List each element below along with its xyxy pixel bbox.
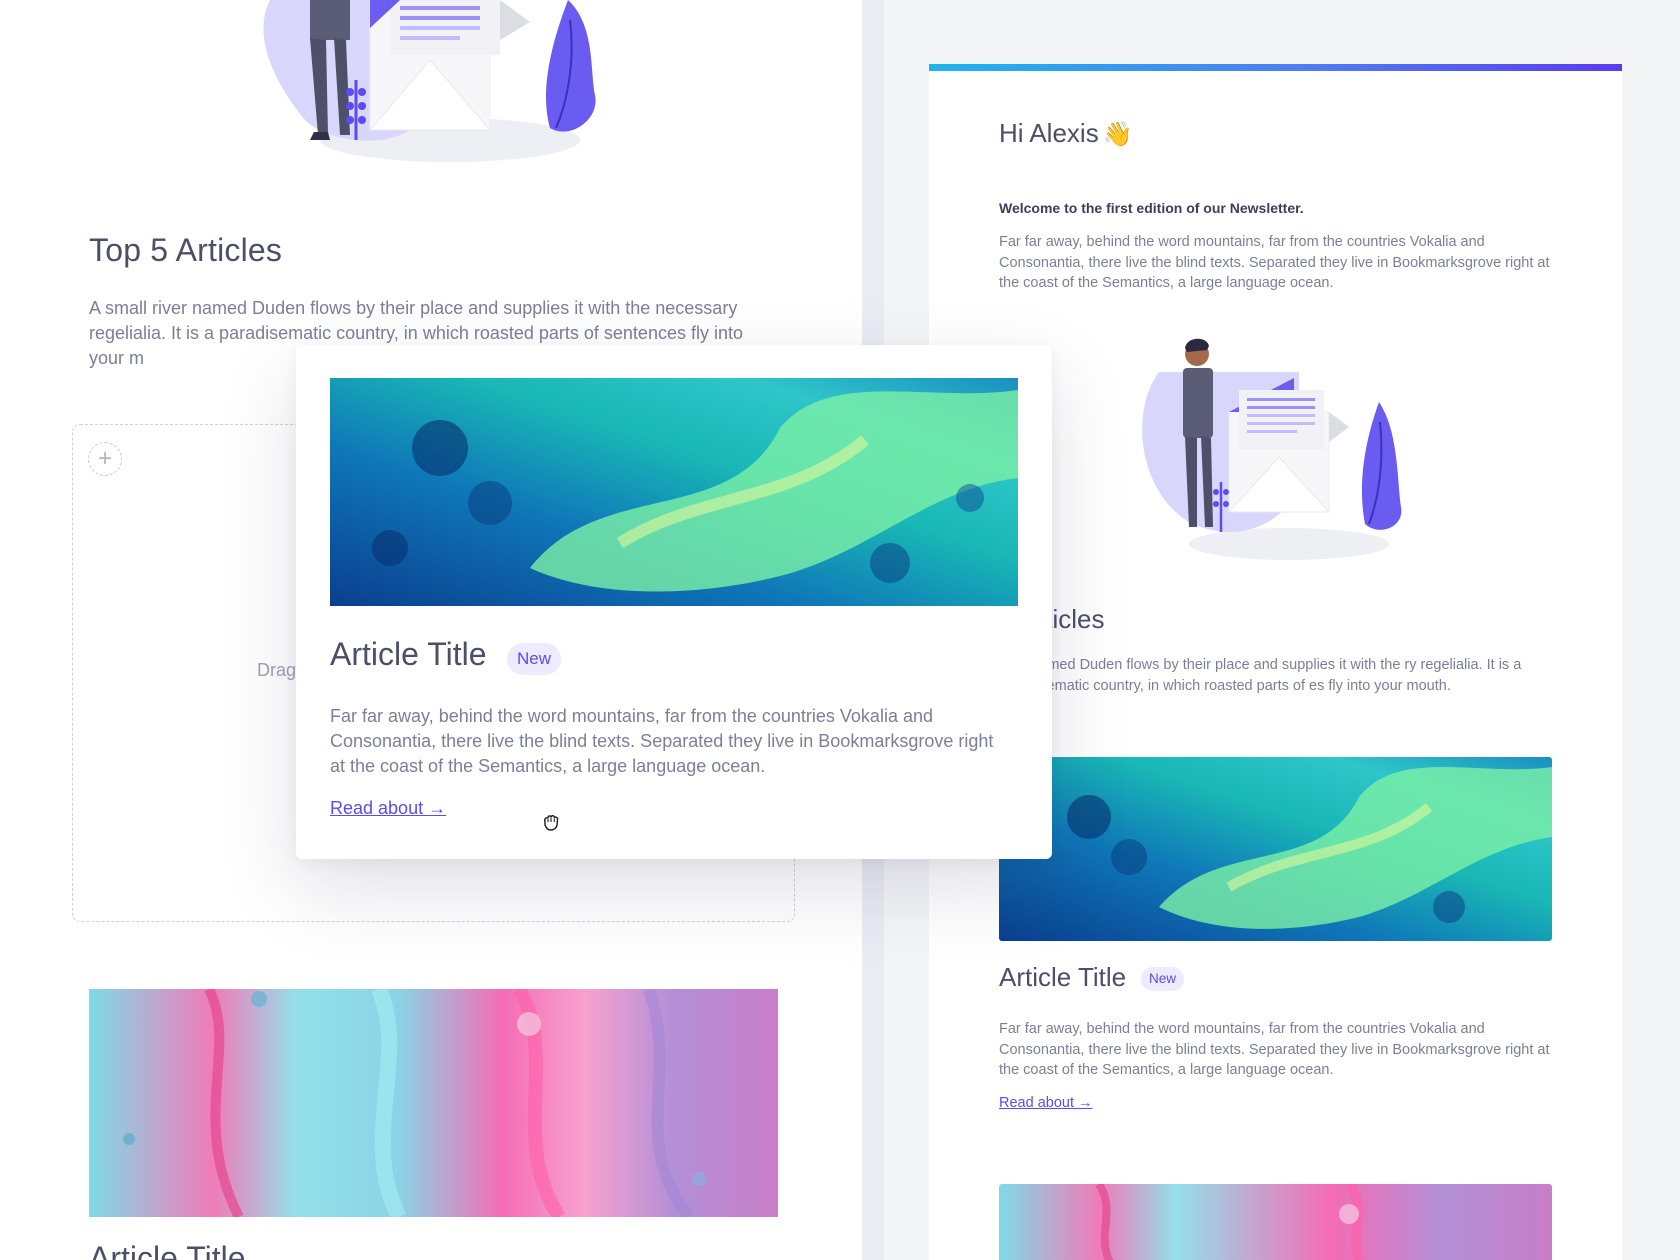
dragged-article-card[interactable]: Article Title New Far far away, behind t… bbox=[296, 345, 1052, 859]
article-title[interactable]: Article Title bbox=[89, 1240, 245, 1260]
welcome-heading: Welcome to the first edition of our News… bbox=[999, 200, 1304, 216]
article-image-pink[interactable] bbox=[89, 989, 778, 1217]
plus-icon[interactable]: + bbox=[88, 442, 122, 476]
new-badge: New bbox=[507, 643, 562, 675]
new-badge: New bbox=[1141, 967, 1185, 991]
welcome-body: Far far away, behind the word mountains,… bbox=[999, 234, 1550, 291]
grab-hand-icon bbox=[544, 815, 559, 831]
drop-zone-hint: Drag bbox=[257, 660, 297, 680]
article-body[interactable]: Far far away, behind the word mountains,… bbox=[330, 704, 1010, 779]
email-header-bar bbox=[929, 64, 1622, 71]
article-title[interactable]: Article Title bbox=[330, 636, 486, 673]
waving-hand-icon: 👋 bbox=[1102, 121, 1133, 148]
greeting: Hi Alexis 👋 bbox=[999, 118, 1133, 149]
section-heading[interactable]: Top 5 Articles bbox=[89, 232, 282, 269]
article-image-teal[interactable] bbox=[330, 378, 1018, 606]
newsletter-illustration bbox=[263, 0, 596, 162]
article-image-pink bbox=[999, 1184, 1552, 1260]
newsletter-illustration bbox=[1142, 338, 1402, 560]
read-about-link[interactable]: Read about → bbox=[999, 1095, 1093, 1111]
greeting-text: Hi Alexis bbox=[999, 118, 1099, 148]
article-title: Article Title bbox=[999, 962, 1127, 992]
article-image-teal bbox=[999, 757, 1552, 941]
read-about-link[interactable]: Read about → bbox=[330, 798, 446, 819]
section-intro-text: river named Duden flows by their place a… bbox=[999, 657, 1522, 694]
article-body: Far far away, behind the word mountains,… bbox=[999, 1021, 1550, 1078]
